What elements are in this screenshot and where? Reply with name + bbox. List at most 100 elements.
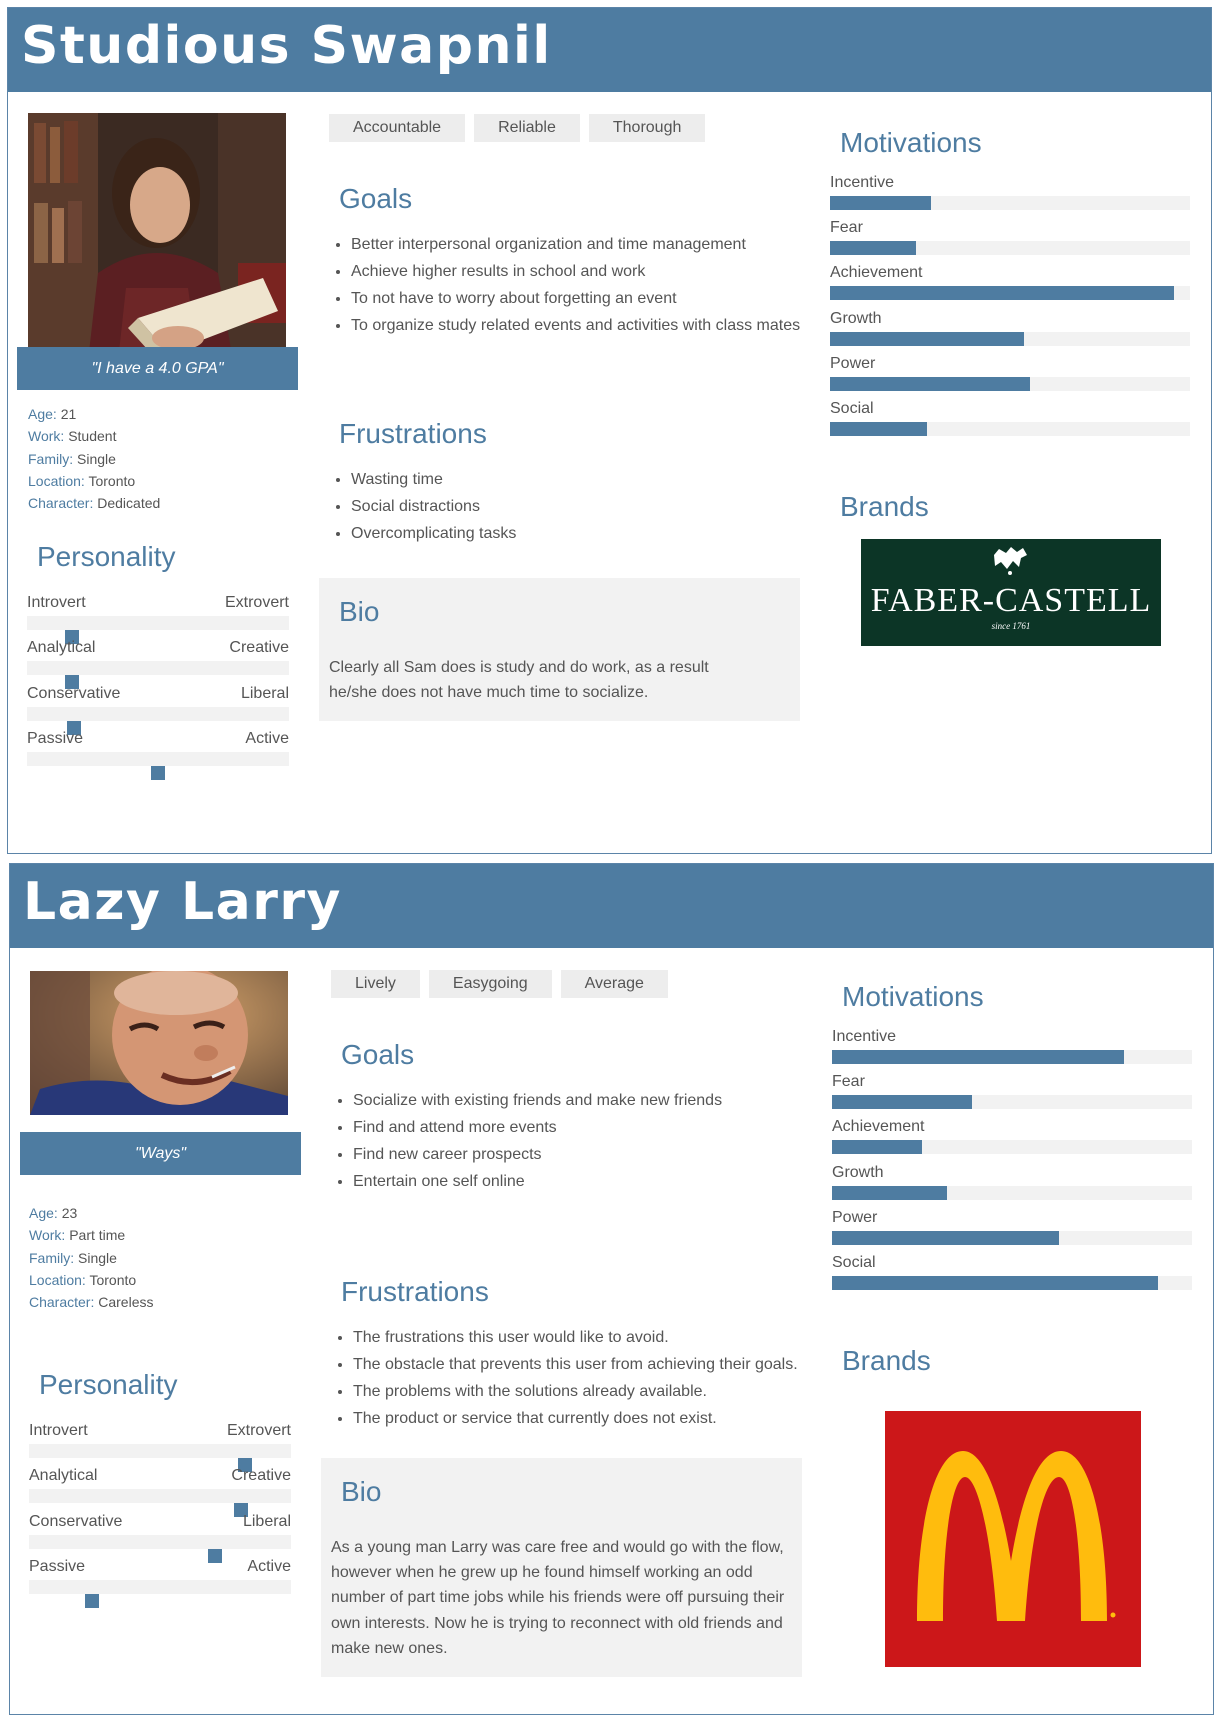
brands-title: Brands (840, 491, 929, 522)
scale-right-label: Liberal (240, 684, 289, 702)
motivation-fill (830, 241, 917, 256)
goals-list: Better interpersonal organization and ti… (323, 232, 831, 340)
persona-name: Lazy Larry (23, 872, 342, 932)
motivation-fill (832, 1050, 1124, 1064)
frustrations-list: Wasting time Social distractions Overcom… (323, 467, 831, 548)
scale-left-label: Introvert (29, 1422, 88, 1439)
bio-title: Bio (339, 596, 380, 627)
scale-track (29, 1444, 291, 1472)
scale-left-label: Passive (27, 729, 84, 747)
scale-track (27, 661, 289, 690)
motivation-label: Fear (832, 1073, 865, 1091)
scale-track (29, 1489, 291, 1518)
motivation-fear: Fear (832, 1073, 1192, 1118)
motivation-power: Power (830, 355, 1190, 400)
motivation-growth: Growth (832, 1164, 1192, 1209)
scale-left-label: Analytical (29, 1467, 98, 1485)
persona-facts: Age: 21 Work: Student Family: Single Loc… (28, 403, 160, 514)
motivation-fill (830, 421, 928, 436)
list-item: Social distractions (351, 494, 831, 519)
persona-name: Studious Swapnil (21, 16, 552, 76)
list-item: Better interpersonal organization and ti… (351, 232, 831, 257)
personality-scale-introvert-extrovert: Introvert Extrovert (29, 1422, 291, 1472)
motivation-fill (832, 1185, 948, 1200)
list-item: Achieve higher results in school and wor… (351, 259, 831, 284)
personality-scale-passive-active: Passive Active (29, 1557, 291, 1608)
list-item: Find new career prospects (353, 1142, 833, 1167)
personality-scale-conservative-liberal: Conservative Liberal (27, 684, 289, 735)
motivation-fill (830, 376, 1030, 391)
list-item: Overcomplicating tasks (351, 521, 831, 546)
bio-panel: Bio As a young man Larry was care free a… (321, 1458, 802, 1677)
scale-marker (151, 765, 165, 780)
motivation-label: Power (832, 1208, 878, 1226)
fact-location: Location: Toronto (28, 472, 136, 489)
brand-tagline: since 1761 (992, 621, 1031, 631)
motivation-fill (832, 1230, 1059, 1245)
personality-scale-passive-active: Passive Active (27, 729, 289, 780)
motivation-label: Social (830, 399, 874, 417)
scale-left-label: Introvert (27, 594, 86, 611)
motivation-fill (832, 1095, 973, 1110)
tag: Accountable (329, 114, 466, 142)
motivation-track (832, 1230, 1192, 1245)
scale-track (29, 1534, 291, 1563)
persona-facts: Age: 23 Work: Part time Family: Single L… (29, 1202, 154, 1313)
tag: Average (560, 970, 668, 998)
motivation-track (830, 241, 1190, 256)
motivation-fill (830, 196, 931, 210)
motivation-label: Growth (832, 1163, 884, 1181)
motivation-growth: Growth (830, 310, 1190, 355)
motivation-track (832, 1050, 1192, 1064)
motivation-achievement: Achievement (830, 264, 1190, 309)
list-item: The problems with the solutions already … (353, 1379, 818, 1404)
list-item: Find and attend more events (353, 1115, 833, 1140)
fact-location: Location: Toronto (29, 1271, 137, 1288)
personality-scale-analytical-creative: Analytical Creative (27, 639, 289, 690)
frustrations-list: The frustrations this user would like to… (325, 1325, 818, 1433)
bio-title: Bio (341, 1476, 382, 1507)
brand-name: FABER-CASTELL (871, 582, 1152, 619)
fact-family: Family: Single (29, 1249, 117, 1266)
frustrations-title: Frustrations (341, 1276, 489, 1307)
personality-scales: Introvert Extrovert Analytical Creative Cons… (29, 1422, 291, 1608)
motivation-track (832, 1275, 1192, 1290)
motivations-bars: Incentive Fear Achievement Growth Power Socia… (830, 174, 1190, 445)
motivation-track (830, 286, 1190, 301)
motivations-bars: Incentive Fear Achievement Growth Power Socia… (832, 1028, 1192, 1299)
motivations-title: Motivations (840, 127, 982, 158)
motivation-label: Achievement (832, 1118, 925, 1136)
bio-text: As a young man Larry was care free and w… (331, 1539, 785, 1657)
scale-right-label: Extrovert (226, 1422, 291, 1439)
fact-age: Age: 21 (28, 406, 77, 422)
motivation-power: Power (832, 1209, 1192, 1254)
motivation-track (830, 376, 1190, 391)
motivation-label: Achievement (830, 264, 923, 282)
scale-left-label: Analytical (27, 639, 96, 657)
scale-left-label: Passive (29, 1557, 86, 1575)
motivation-track (830, 331, 1190, 346)
man-reading-book-photo (28, 113, 286, 361)
motivation-label: Incentive (830, 174, 895, 191)
motivation-track (832, 1140, 1192, 1155)
motivation-fear: Fear (830, 219, 1190, 264)
goals-title: Goals (341, 1039, 415, 1070)
motivation-track (830, 196, 1190, 210)
persona-quote: "Ways" (20, 1132, 301, 1175)
personality-scale-analytical-creative: Analytical Creative (29, 1467, 291, 1518)
mcdonalds-logo (885, 1411, 1141, 1667)
bio-text: Clearly all Sam does is study and do wor… (329, 659, 709, 702)
scale-track (27, 616, 289, 644)
list-item: The obstacle that prevents this user fro… (353, 1352, 818, 1377)
motivation-track (830, 421, 1190, 436)
fact-work: Work: Student (28, 428, 117, 445)
persona-header: Studious Swapnil (8, 8, 1211, 92)
tag: Lively (331, 970, 420, 998)
motivation-fill (832, 1140, 922, 1155)
goals-title: Goals (339, 183, 413, 214)
goals-list: Socialize with existing friends and make… (325, 1088, 833, 1196)
scale-left-label: Conservative (29, 1512, 123, 1530)
frustrations-title: Frustrations (339, 418, 487, 449)
personality-title: Personality (37, 541, 176, 572)
scale-track (27, 751, 289, 780)
